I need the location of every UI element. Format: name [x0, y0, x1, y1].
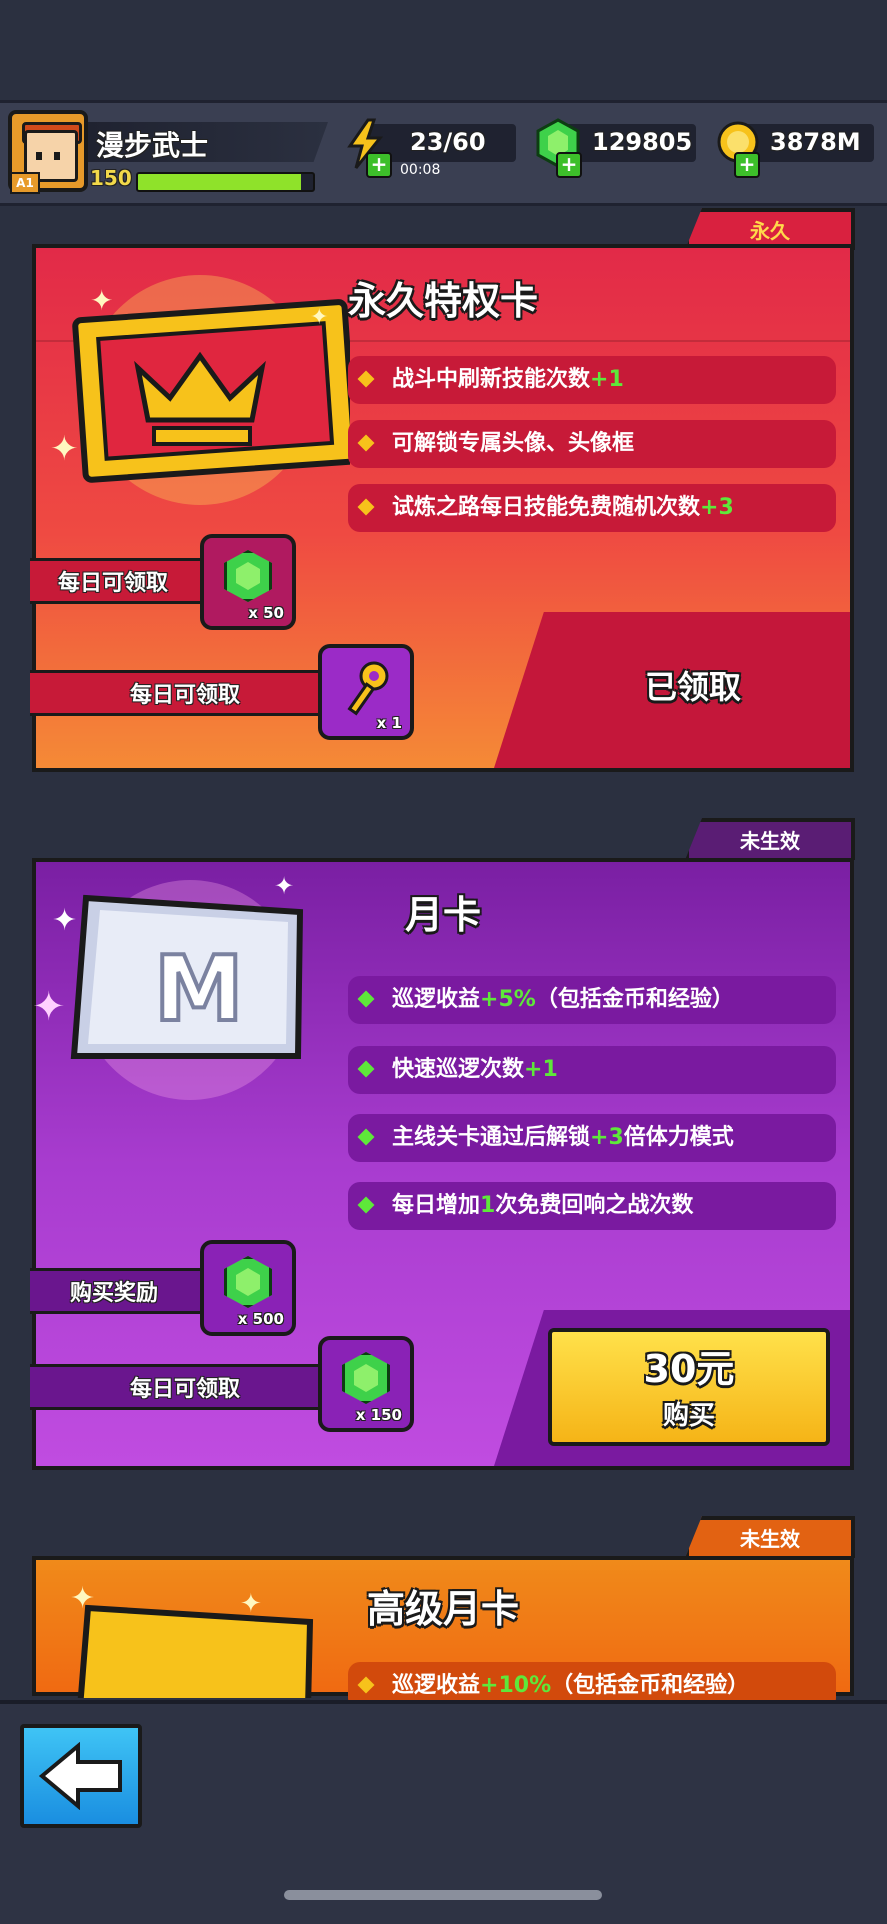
reward-label: 每日可领取: [30, 558, 220, 604]
reward-quantity: x 50: [248, 604, 284, 622]
back-button[interactable]: [20, 1724, 142, 1828]
benefit-highlight: +10%: [480, 1673, 552, 1698]
benefit-item: 主线关卡通过后解锁+3倍体力模式: [348, 1114, 836, 1162]
benefit-item: 可解锁专属头像、头像框: [348, 420, 836, 468]
benefit-highlight: +5%: [480, 987, 536, 1012]
benefit-text: 试炼之路每日技能免费随机次数: [392, 495, 701, 520]
energy-timer: 00:08: [400, 162, 441, 178]
benefit-item: 巡逻收益+5%（包括金币和经验）: [348, 976, 836, 1024]
benefit-text: 快速巡逻次数: [392, 1057, 525, 1082]
player-name: 漫步武士: [96, 129, 209, 162]
svg-text:✦: ✦: [50, 429, 79, 469]
reward-quantity: x 1: [376, 714, 402, 732]
back-arrow-icon: [38, 1742, 122, 1810]
crown-card-icon: ✦ ✦ ✦: [50, 275, 350, 505]
benefit-text: 战斗中刷新技能次数: [392, 367, 591, 392]
svg-text:✦: ✦: [90, 284, 113, 317]
svg-text:✦: ✦: [70, 1581, 95, 1616]
add-gems-button[interactable]: +: [556, 152, 582, 178]
svg-text:✦: ✦: [274, 872, 294, 900]
svg-text:✦: ✦: [310, 305, 328, 330]
reward-label: 购买奖励: [30, 1268, 220, 1314]
xp-bar: [136, 172, 315, 192]
benefit-text: 巡逻收益: [392, 987, 481, 1012]
rank-badge: A1: [10, 172, 40, 194]
benefit-suffix: 次免费回响之战次数: [495, 1193, 694, 1218]
svg-text:M: M: [154, 937, 244, 1042]
reward-quantity: x 500: [237, 1310, 284, 1328]
card-status-tag: 未生效: [685, 1516, 855, 1558]
benefit-text: 每日增加: [392, 1193, 481, 1218]
card-status-tag: 未生效: [685, 818, 855, 860]
benefit-highlight: 1: [480, 1193, 496, 1218]
add-coins-button[interactable]: +: [734, 152, 760, 178]
energy-value: 23/60: [410, 128, 486, 156]
premium-card-icon: ✦ ✦: [70, 1581, 314, 1698]
benefit-item: 快速巡逻次数+1: [348, 1046, 836, 1094]
benefit-item: 每日增加1次免费回响之战次数: [348, 1182, 836, 1230]
benefit-item: 战斗中刷新技能次数+1: [348, 356, 836, 404]
benefit-text: 可解锁专属头像、头像框: [392, 431, 635, 456]
reward-item[interactable]: x 50: [200, 534, 296, 630]
benefit-suffix: 倍体力模式: [623, 1125, 734, 1150]
reward-item[interactable]: x 1: [318, 644, 414, 740]
claimed-status: 已领取: [644, 668, 741, 706]
benefit-highlight: +3: [700, 495, 734, 520]
player-level: 150: [90, 166, 132, 190]
benefit-highlight: +3: [590, 1125, 624, 1150]
coin-counter[interactable]: 3878M: [740, 124, 874, 162]
reward-item[interactable]: x 150: [318, 1336, 414, 1432]
home-indicator: [284, 1890, 602, 1900]
buy-button[interactable]: 30元 购买: [548, 1328, 830, 1446]
benefit-item: 试炼之路每日技能免费随机次数+3: [348, 484, 836, 532]
benefit-highlight: +1: [524, 1057, 558, 1082]
reward-label: 每日可领取: [30, 1364, 322, 1410]
add-energy-button[interactable]: +: [366, 152, 392, 178]
xp-bar-fill: [138, 174, 301, 190]
svg-text:✦: ✦: [240, 1589, 262, 1619]
benefit-suffix: （包括金币和经验）: [551, 1673, 750, 1698]
benefit-suffix: （包括金币和经验）: [535, 987, 734, 1012]
reward-item[interactable]: x 500: [200, 1240, 296, 1336]
benefit-text: 主线关卡通过后解锁: [392, 1125, 591, 1150]
benefit-text: 巡逻收益: [392, 1673, 481, 1698]
price-label: 30元: [643, 1347, 735, 1391]
key-icon: [347, 661, 389, 716]
buy-label: 购买: [662, 1401, 715, 1431]
reward-quantity: x 150: [355, 1406, 402, 1424]
coin-value: 3878M: [770, 128, 861, 156]
monthly-card-icon: M ✦ ✦ ✦: [32, 872, 304, 1100]
benefit-highlight: +1: [590, 367, 624, 392]
reward-label: 每日可领取: [30, 670, 322, 716]
gem-value: 129805: [592, 128, 693, 156]
svg-text:✦: ✦: [32, 984, 66, 1030]
svg-text:✦: ✦: [52, 903, 77, 938]
